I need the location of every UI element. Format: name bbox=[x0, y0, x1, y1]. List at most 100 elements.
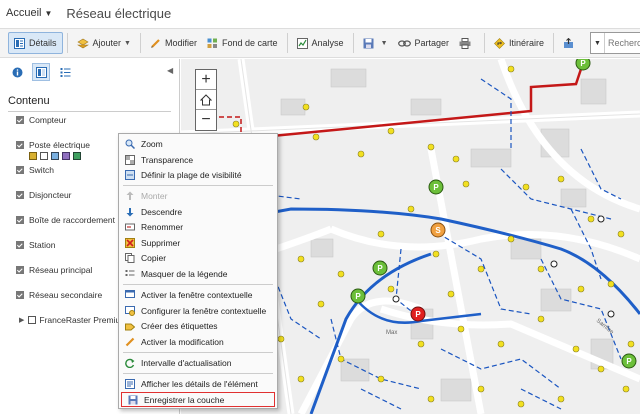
layer-label: Compteur bbox=[29, 115, 67, 125]
menu-item-enable-editing[interactable]: Activer la modification bbox=[119, 334, 277, 349]
analysis-chart-icon bbox=[296, 37, 308, 49]
layer-label: Réseau secondaire bbox=[29, 290, 103, 300]
home-extent-button[interactable] bbox=[196, 90, 216, 110]
layer-visibility-checkbox[interactable] bbox=[16, 216, 24, 224]
tab-about[interactable] bbox=[8, 63, 26, 81]
expand-triangle-icon[interactable]: ▶ bbox=[19, 316, 24, 324]
search-box[interactable]: ▼ bbox=[590, 32, 640, 54]
street-label: Max bbox=[386, 330, 397, 336]
panel-heading: Contenu bbox=[8, 95, 50, 107]
menu-item-enable-popup[interactable]: Activer la fenêtre contextuelle bbox=[119, 287, 277, 302]
layer-symbol-icon bbox=[29, 152, 37, 160]
directions-button[interactable]: Itinéraire bbox=[489, 32, 549, 54]
tab-contents[interactable] bbox=[32, 63, 50, 81]
collapse-panel-icon[interactable]: ◀ bbox=[167, 66, 173, 75]
edit-icon bbox=[125, 337, 135, 347]
home-icon bbox=[200, 93, 212, 105]
layer-visibility-checkbox[interactable] bbox=[16, 266, 24, 274]
tab-legend[interactable] bbox=[56, 63, 74, 81]
layer-visibility-checkbox[interactable] bbox=[16, 116, 24, 124]
style-icon[interactable] bbox=[51, 152, 59, 160]
layer-visibility-checkbox[interactable] bbox=[16, 291, 24, 299]
menu-item-label: Définir la plage de visibilité bbox=[141, 169, 242, 180]
add-label: Ajouter bbox=[92, 38, 122, 48]
menu-item-label: Créer des étiquettes bbox=[141, 320, 218, 331]
panel-divider bbox=[8, 111, 171, 112]
menu-item-visibility-range[interactable]: Définir la plage de visibilité bbox=[119, 167, 277, 182]
refresh-icon bbox=[125, 358, 135, 368]
menu-item-label: Copier bbox=[141, 252, 167, 263]
search-input[interactable] bbox=[605, 38, 640, 48]
share-button[interactable]: Partager bbox=[393, 32, 455, 54]
svg-text:S: S bbox=[435, 226, 441, 235]
menu-item-zoom[interactable]: Zoom bbox=[119, 136, 277, 151]
menu-item-label: Enregistrer la couche bbox=[144, 394, 225, 405]
menu-item-delete[interactable]: Supprimer bbox=[119, 235, 277, 250]
menu-item-item-details[interactable]: Afficher les détails de l'élément bbox=[119, 376, 277, 391]
menu-item-label: Activer la fenêtre contextuelle bbox=[141, 289, 253, 300]
menu-item-move-up[interactable]: Monter bbox=[119, 188, 277, 203]
menu-item-refresh-interval[interactable]: Intervalle d'actualisation bbox=[119, 355, 277, 370]
zoom-in-button[interactable]: + bbox=[196, 70, 216, 90]
zoom-out-button[interactable]: − bbox=[196, 110, 216, 130]
analysis-label: Analyse bbox=[311, 38, 344, 48]
junction-boxes[interactable] bbox=[392, 215, 615, 318]
directions-sign-icon bbox=[494, 37, 505, 49]
table-icon[interactable] bbox=[40, 152, 48, 160]
menu-item-configure-popup[interactable]: Configurer la fenêtre contextuelle bbox=[119, 303, 277, 318]
home-menu[interactable]: Accueil ▼ bbox=[6, 7, 52, 19]
menu-item-save-layer[interactable]: Enregistrer la couche bbox=[121, 392, 275, 407]
modify-button[interactable]: Modifier bbox=[145, 32, 202, 54]
layer-label: Station bbox=[29, 240, 56, 250]
caret-down-icon: ▼ bbox=[124, 39, 131, 47]
filter-icon[interactable] bbox=[62, 152, 70, 160]
layer-visibility-checkbox[interactable] bbox=[16, 141, 24, 149]
popup-icon bbox=[125, 289, 135, 300]
svg-text:P: P bbox=[355, 292, 361, 301]
menu-item-transparency[interactable]: Transparence bbox=[119, 152, 277, 167]
chain-link-icon bbox=[397, 39, 411, 48]
search-dropdown-caret-icon[interactable]: ▼ bbox=[591, 33, 605, 53]
details-label: Détails bbox=[29, 38, 57, 48]
layer-row: Réseau secondaire bbox=[16, 290, 102, 300]
basemap-button[interactable]: Fond de carte bbox=[202, 32, 283, 54]
zoom-control: + − bbox=[195, 69, 217, 131]
layer-label: Réseau principal bbox=[29, 265, 93, 275]
caret-down-icon: ▼ bbox=[380, 39, 388, 47]
measure-icon bbox=[563, 37, 574, 49]
layer-row: Poste électrique bbox=[16, 140, 90, 150]
details-button[interactable]: Détails bbox=[8, 32, 63, 54]
layer-symbol-icon bbox=[28, 316, 37, 324]
print-button[interactable] bbox=[454, 32, 480, 54]
menu-item-create-labels[interactable]: Créer des étiquettes bbox=[119, 318, 277, 333]
copy-icon bbox=[125, 252, 135, 263]
menu-item-label: Zoom bbox=[141, 138, 163, 149]
save-menu-button[interactable]: ▼ bbox=[358, 32, 393, 54]
save-layer-icon bbox=[128, 395, 138, 405]
analysis-icon[interactable] bbox=[73, 152, 81, 160]
basemap-grid-icon bbox=[207, 38, 218, 49]
menu-item-rename[interactable]: Renommer bbox=[119, 219, 277, 234]
hide-legend-icon bbox=[125, 269, 135, 279]
toolbar-divider bbox=[286, 33, 288, 53]
layer-label: Switch bbox=[29, 165, 55, 175]
directions-label: Itinéraire bbox=[509, 38, 545, 48]
menu-item-label: Configurer la fenêtre contextuelle bbox=[141, 305, 267, 316]
menu-item-hide-legend[interactable]: Masquer de la légende bbox=[119, 266, 277, 281]
layer-row: Compteur bbox=[16, 115, 66, 125]
layer-visibility-checkbox[interactable] bbox=[16, 191, 24, 199]
menu-item-move-down[interactable]: Descendre bbox=[119, 204, 277, 219]
svg-text:P: P bbox=[433, 183, 439, 192]
toolbar-divider bbox=[553, 33, 555, 53]
layer-visibility-checkbox[interactable] bbox=[16, 241, 24, 249]
menu-item-label: Transparence bbox=[141, 154, 194, 165]
menu-item-copy[interactable]: Copier bbox=[119, 250, 277, 265]
measure-button[interactable] bbox=[558, 32, 583, 54]
printer-icon bbox=[459, 37, 471, 49]
analysis-button[interactable]: Analyse bbox=[292, 32, 349, 54]
layer-visibility-checkbox[interactable] bbox=[16, 166, 24, 174]
add-button[interactable]: Ajouter ▼ bbox=[72, 32, 136, 54]
layer-row: Réseau principal bbox=[16, 265, 92, 275]
svg-text:P: P bbox=[415, 310, 421, 319]
layer-row: Boîte de raccordement bbox=[16, 215, 115, 225]
